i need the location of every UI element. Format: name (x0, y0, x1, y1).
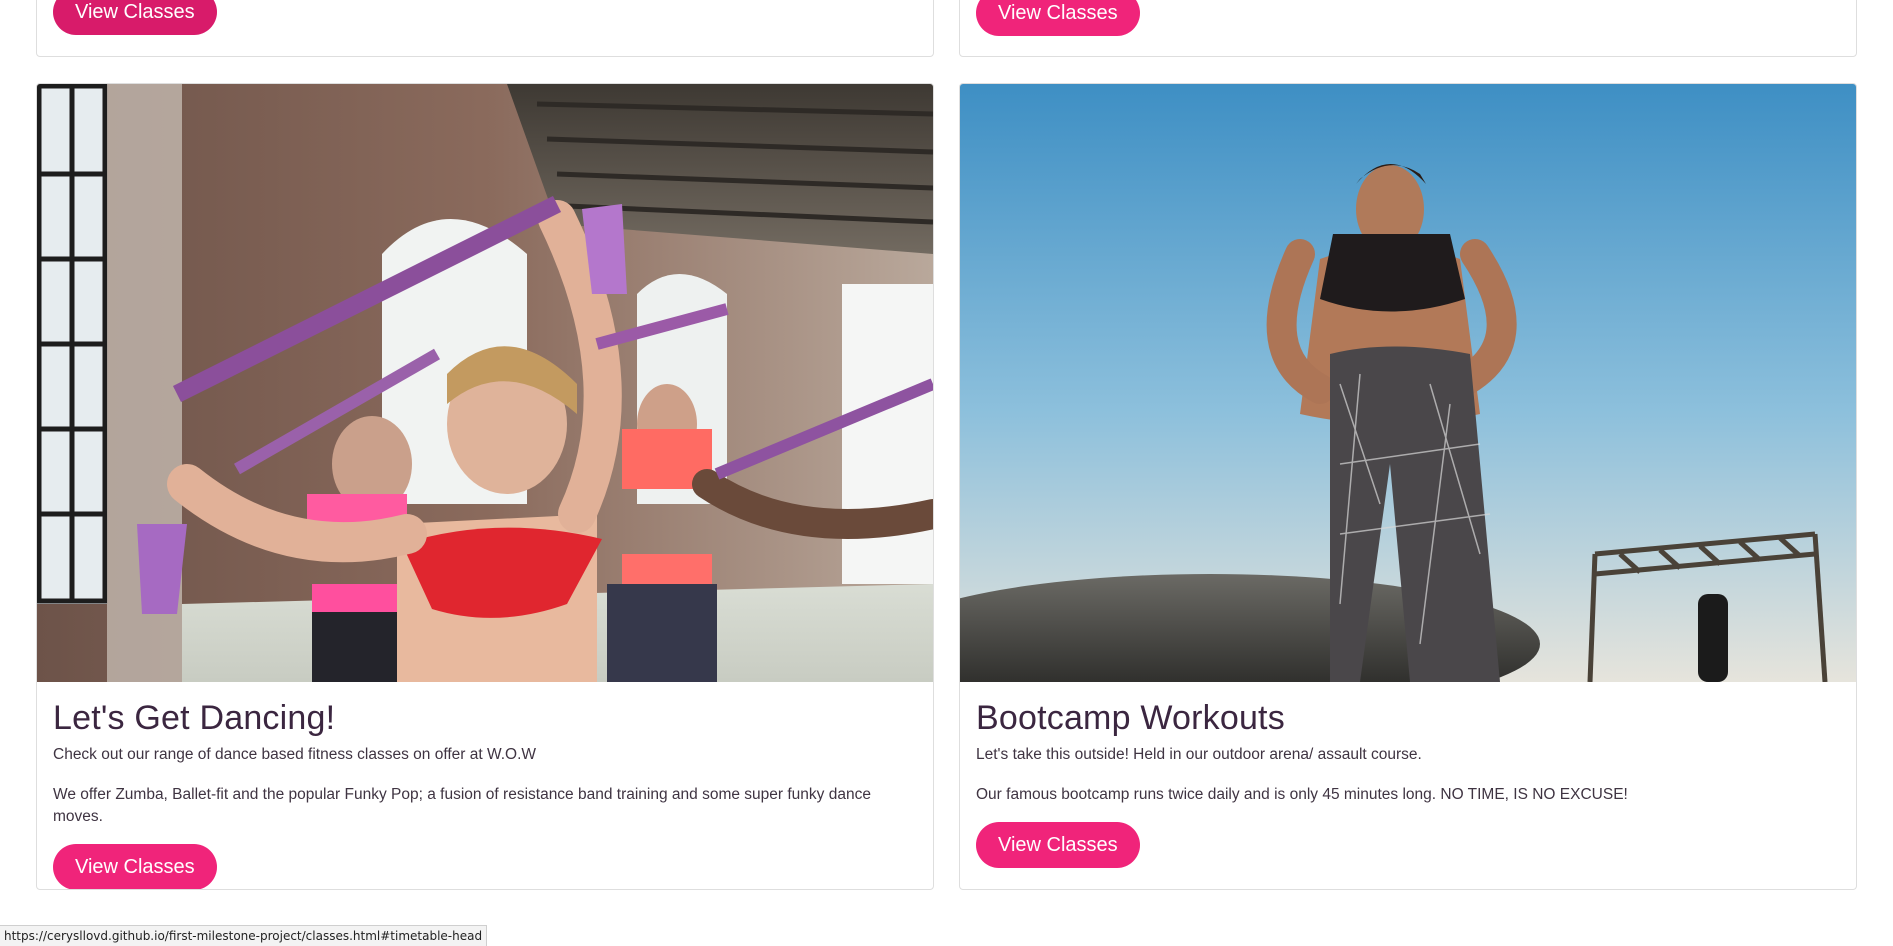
view-classes-button[interactable]: View Classes (53, 844, 217, 889)
card-dance: Let's Get Dancing! Check out our range o… (36, 83, 934, 890)
card-title: Bootcamp Workouts (976, 699, 1285, 737)
card-title: Let's Get Dancing! (53, 699, 336, 737)
bootcamp-image (960, 84, 1856, 682)
view-classes-button[interactable]: View Classes (976, 0, 1140, 36)
dance-class-image (37, 84, 933, 682)
page: View Classes View Classes Let's Get Danc… (0, 0, 1893, 946)
dance-card-body: Let's Get Dancing! Check out our range o… (53, 682, 917, 889)
card-text: Let's take this outside! Held in our out… (976, 746, 1422, 763)
card-text: Check out our range of dance based fitne… (53, 746, 537, 763)
card-bootcamp: Bootcamp Workouts Let's take this outsid… (959, 83, 1857, 890)
status-bar-url: https://cerysllovd.github.io/first-miles… (0, 925, 488, 946)
card-top-right: View Classes (959, 0, 1857, 57)
card-text: Our famous bootcamp runs twice daily and… (976, 786, 1628, 803)
bootcamp-card-body: Bootcamp Workouts Let's take this outsid… (976, 682, 1840, 868)
card-top-left: View Classes (36, 0, 934, 57)
view-classes-button[interactable]: View Classes (976, 822, 1140, 868)
view-classes-button[interactable]: View Classes (53, 0, 217, 35)
card-text: We offer Zumba, Ballet-fit and the popul… (53, 786, 871, 825)
